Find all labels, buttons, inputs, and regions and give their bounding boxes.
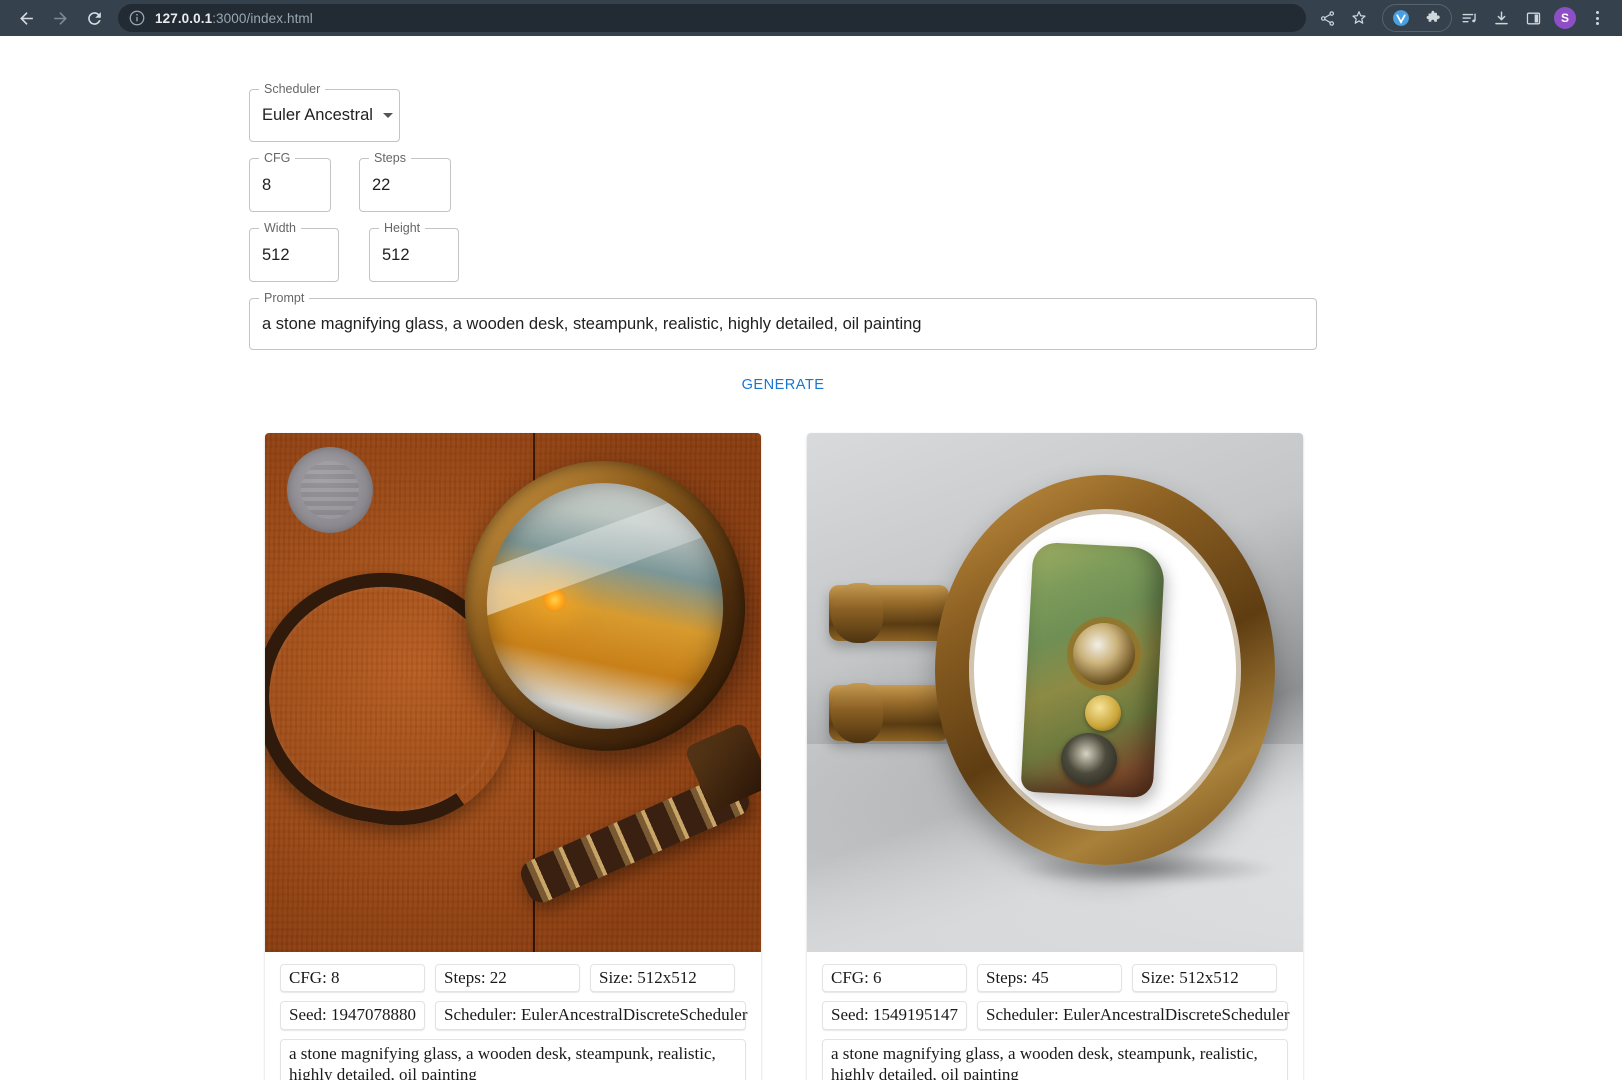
prompt-input[interactable]: a stone magnifying glass, a wooden desk,… [250,299,1316,349]
result-metadata: CFG: 6 Steps: 45 Size: 512x512 Seed: 154… [807,952,1303,1080]
chrome-menu-button[interactable] [1582,3,1612,33]
steps-outline[interactable]: Steps 22 [359,152,451,212]
scheduler-value: Euler Ancestral [262,106,373,124]
result-prompt: a stone magnifying glass, a wooden desk,… [822,1038,1288,1080]
width-field[interactable]: Width 512 [249,222,339,282]
cfg-field[interactable]: CFG 8 [249,152,331,212]
puzzle-extensions-icon [1426,10,1440,22]
cfg-chip: CFG: 6 [822,964,967,993]
metadata-row-1: CFG: 8 Steps: 22 Size: 512x512 [280,964,746,993]
scheduler-outline[interactable]: Scheduler Euler Ancestral [249,83,400,142]
scheduler-field[interactable]: Scheduler Euler Ancestral [249,83,400,142]
media-playlist-icon [1461,12,1476,22]
extensions-pill [1382,4,1452,32]
browser-toolbar: 127.0.0.1:3000/index.html S [0,0,1622,36]
three-dot-menu-icon [1595,11,1599,25]
width-label: Width [259,222,301,235]
size-chip: Size: 512x512 [1132,964,1277,993]
results-grid: CFG: 8 Steps: 22 Size: 512x512 Seed: 194… [265,433,1303,1080]
downloads-button[interactable] [1486,3,1516,33]
result-metadata: CFG: 8 Steps: 22 Size: 512x512 Seed: 194… [265,952,761,1080]
toolbar-actions: S [1312,3,1612,33]
reload-button[interactable] [78,2,110,34]
magnifier-artwork-studio [807,433,1303,952]
prompt-label: Prompt [259,292,310,305]
scheduler-chip: Scheduler: EulerAncestralDiscreteSchedul… [435,1001,748,1030]
url-text: 127.0.0.1:3000/index.html [155,11,313,26]
extensions-button[interactable] [1418,3,1448,33]
cfg-chip: CFG: 8 [280,964,425,993]
height-input[interactable]: 512 [370,229,458,281]
prompt-outline[interactable]: Prompt a stone magnifying glass, a woode… [249,292,1317,350]
chevron-down-icon [382,113,393,118]
media-playlist-button[interactable] [1454,3,1484,33]
download-icon [1494,10,1508,24]
steps-chip: Steps: 45 [977,964,1122,993]
avatar: S [1554,7,1576,29]
arrow-right-icon [53,11,67,25]
height-field[interactable]: Height 512 [369,222,459,282]
width-input[interactable]: 512 [250,229,338,281]
size-chip: Size: 512x512 [590,964,735,993]
cfg-outline[interactable]: CFG 8 [249,152,331,212]
vimium-extension-icon [1393,10,1409,26]
prompt-field[interactable]: Prompt a stone magnifying glass, a woode… [249,292,1317,350]
metadata-row-2: Seed: 1947078880 Scheduler: EulerAncestr… [280,1001,748,1030]
reload-icon [87,11,101,25]
scheduler-value-row[interactable]: Euler Ancestral [250,90,399,141]
share-button[interactable] [1312,3,1342,33]
generate-button[interactable]: GENERATE [727,373,839,397]
address-bar[interactable]: 127.0.0.1:3000/index.html [118,4,1306,32]
steps-field[interactable]: Steps 22 [359,152,451,212]
magnifier-artwork-warm [265,433,761,952]
side-panel-icon [1526,12,1540,24]
metadata-row-2: Seed: 1549195147 Scheduler: EulerAncestr… [822,1001,1290,1030]
share-icon [1320,10,1334,26]
cfg-label: CFG [259,152,296,165]
navigation-buttons [10,2,110,34]
result-card[interactable]: CFG: 6 Steps: 45 Size: 512x512 Seed: 154… [807,433,1303,1080]
info-circle-icon [129,10,145,26]
seed-chip: Seed: 1549195147 [822,1001,967,1030]
metadata-row-1: CFG: 6 Steps: 45 Size: 512x512 [822,964,1288,993]
steps-label: Steps [369,152,411,165]
generated-image[interactable] [807,433,1303,952]
steps-chip: Steps: 22 [435,964,580,993]
star-bookmark-icon [1352,11,1366,24]
url-path: :3000/index.html [212,10,313,26]
scheduler-chip: Scheduler: EulerAncestralDiscreteSchedul… [977,1001,1290,1030]
height-outline[interactable]: Height 512 [369,222,459,282]
height-label: Height [379,222,426,235]
steps-input[interactable]: 22 [360,159,450,211]
forward-button[interactable] [44,2,76,34]
seed-chip: Seed: 1947078880 [280,1001,425,1030]
url-host: 127.0.0.1 [155,10,213,26]
cfg-input[interactable]: 8 [250,159,330,211]
result-card[interactable]: CFG: 8 Steps: 22 Size: 512x512 Seed: 194… [265,433,761,1080]
back-button[interactable] [10,2,42,34]
width-outline[interactable]: Width 512 [249,222,339,282]
result-prompt: a stone magnifying glass, a wooden desk,… [280,1038,746,1080]
bookmark-button[interactable] [1344,3,1374,33]
generated-image[interactable] [265,433,761,952]
vimium-extension-button[interactable] [1386,3,1416,33]
scheduler-label: Scheduler [259,83,326,96]
side-panel-button[interactable] [1518,3,1548,33]
profile-button[interactable]: S [1550,3,1580,33]
wax-seal-decoration [287,447,373,533]
arrow-left-icon [19,11,33,25]
